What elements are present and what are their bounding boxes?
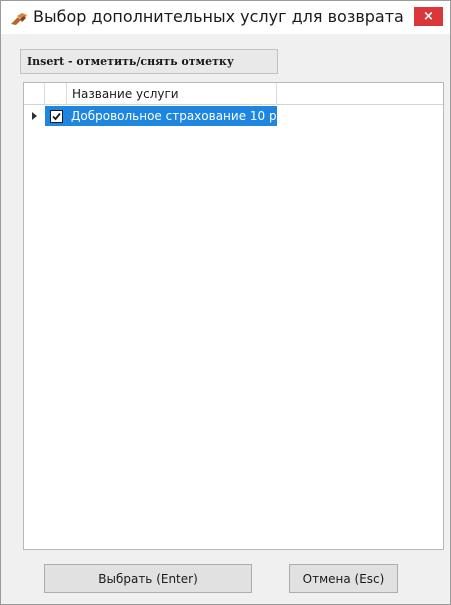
title-bar[interactable]: Выбор дополнительных услуг для возврата … [1, 1, 450, 34]
checkmark-icon [51, 112, 61, 120]
header-indicator-column [24, 83, 45, 105]
service-name-cell[interactable]: Добровольное страхование 10 р [67, 106, 277, 126]
header-service-name[interactable]: Название услуги [67, 83, 277, 105]
close-icon: × [423, 9, 434, 24]
table-row[interactable]: Добровольное страхование 10 р [24, 106, 443, 126]
dialog-window: Выбор дополнительных услуг для возврата … [0, 0, 451, 605]
services-grid[interactable]: Название услуги Добровольное страхование… [23, 82, 444, 550]
grid-header: Название услуги [24, 83, 443, 105]
row-pointer-icon [24, 106, 45, 126]
close-button[interactable]: × [414, 7, 443, 26]
cancel-button[interactable]: Отмена (Esc) [289, 564, 398, 593]
window-title: Выбор дополнительных услуг для возврата [33, 7, 404, 26]
service-checkbox[interactable] [49, 109, 63, 123]
app-icon [10, 11, 28, 25]
header-check-column[interactable] [45, 83, 67, 105]
select-button[interactable]: Выбрать (Enter) [44, 564, 252, 593]
hotkey-hint: Insert - отметить/снять отметку [20, 49, 278, 74]
row-check-cell[interactable] [45, 106, 67, 126]
